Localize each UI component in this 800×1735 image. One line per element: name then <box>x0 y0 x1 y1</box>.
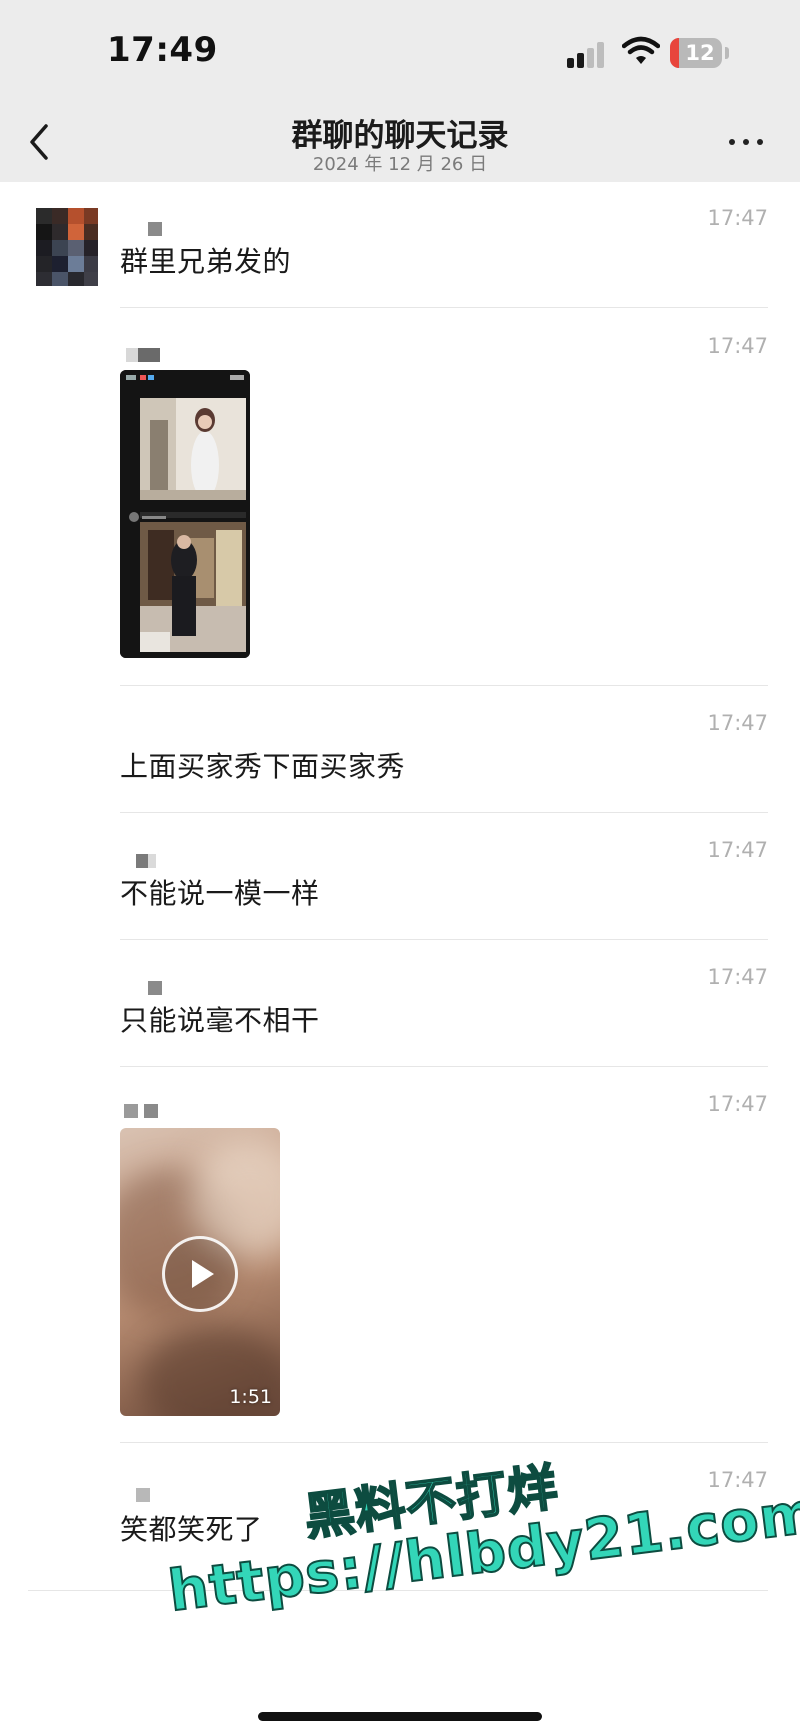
message-time: 17:47 <box>707 965 768 989</box>
message-time: 17:47 <box>707 711 768 735</box>
message-time: 17:47 <box>707 1092 768 1116</box>
play-icon[interactable] <box>162 1236 238 1312</box>
wifi-icon <box>622 36 660 64</box>
sender-name <box>120 981 162 995</box>
battery-cap <box>725 47 729 59</box>
video-thumbnail[interactable]: 1:51 <box>120 1128 280 1416</box>
divider <box>120 1066 768 1067</box>
divider <box>120 939 768 940</box>
message-text: 只能说毫不相干 <box>120 1004 320 1037</box>
page-title: 群聊的聊天记录 <box>291 118 509 154</box>
status-bar: 17:49 12 <box>0 0 800 100</box>
video-duration: 1:51 <box>229 1386 272 1408</box>
battery-icon: 12 <box>670 38 722 68</box>
sender-name <box>120 348 160 362</box>
battery-level: 12 <box>685 41 715 65</box>
nav-bar: 群聊的聊天记录 2024 年 12 月 26 日 <box>0 100 800 182</box>
divider <box>120 1442 768 1443</box>
divider <box>120 685 768 686</box>
sender-name <box>120 854 160 868</box>
page-subtitle: 2024 年 12 月 26 日 <box>312 154 488 175</box>
sender-name <box>120 1488 160 1502</box>
list-item: 17:47 群里兄弟发的 <box>0 190 800 310</box>
list-item: 17:47 不能说一模一样 <box>0 822 800 942</box>
screenshot-image <box>120 370 250 658</box>
message-text: 不能说一模一样 <box>120 877 320 910</box>
signal-icon <box>567 42 609 68</box>
image-thumbnail[interactable] <box>120 370 250 658</box>
divider <box>120 812 768 813</box>
list-item: 17:47 上面买家秀下面买家秀 <box>0 695 800 815</box>
message-text: 笑都笑死了 <box>120 1513 263 1546</box>
home-indicator[interactable] <box>258 1712 542 1721</box>
message-text: 群里兄弟发的 <box>120 245 292 278</box>
sender-name <box>120 1104 160 1118</box>
status-time: 17:49 <box>107 30 218 70</box>
message-time: 17:47 <box>707 206 768 230</box>
list-item: 17:47 只能说毫不相干 <box>0 949 800 1069</box>
sender-name <box>120 222 162 236</box>
message-time: 17:47 <box>707 838 768 862</box>
divider <box>120 307 768 308</box>
message-time: 17:47 <box>707 334 768 358</box>
message-text: 上面买家秀下面买家秀 <box>120 750 406 783</box>
more-icon[interactable] <box>727 130 767 154</box>
